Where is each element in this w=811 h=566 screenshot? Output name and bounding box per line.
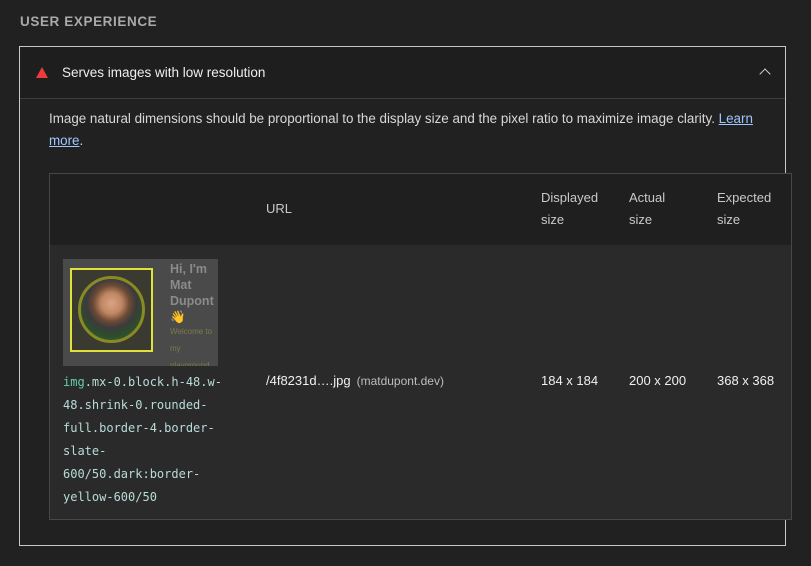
displayed-size-cell: 184 x 184	[541, 373, 599, 388]
expected-size-cell: 368 x 368	[717, 373, 775, 388]
audit-title: Serves images with low resolution	[62, 65, 266, 80]
table-row: Hi, I'm Mat Dupont 👋 Welcome to my playg…	[50, 245, 791, 519]
section-title: USER EXPERIENCE	[20, 14, 158, 29]
url-origin: (matdupont.dev)	[356, 374, 444, 388]
element-thumbnail[interactable]: Hi, I'm Mat Dupont 👋 Welcome to my playg…	[63, 259, 218, 366]
actual-size-cell: 200 x 200	[629, 373, 687, 388]
audit-panel: Serves images with low resolution Image …	[19, 46, 792, 546]
warning-triangle-icon	[36, 67, 48, 78]
thumbnail-highlight	[70, 268, 153, 352]
description-text: Image natural dimensions should be propo…	[49, 111, 715, 126]
thumbnail-subtext: Welcome to my playground	[170, 327, 213, 366]
header-actual-size: Actual size	[629, 190, 666, 227]
header-expected-size: Expected size	[717, 190, 772, 227]
chevron-up-icon[interactable]	[759, 68, 771, 80]
header-url: URL	[266, 201, 293, 216]
url-cell[interactable]: /4f8231d….jpg (matdupont.dev)	[266, 373, 444, 388]
image-url: /4f8231d….jpg	[266, 373, 351, 388]
header-displayed-size: Displayed size	[541, 190, 599, 227]
details-table: URL Displayed size Actual size Expected siz…	[49, 173, 792, 520]
thumbnail-heading: Hi, I'm Mat Dupont 👋	[170, 262, 214, 324]
table-header: URL Displayed size Actual size Expected siz…	[50, 174, 791, 246]
avatar	[78, 276, 145, 343]
node-selector[interactable]: img.mx-0.block.h-48.w- 48.shrink-0.round…	[63, 371, 233, 509]
audit-header[interactable]: Serves images with low resolution	[20, 47, 785, 99]
audit-description: Image natural dimensions should be propo…	[49, 111, 753, 148]
